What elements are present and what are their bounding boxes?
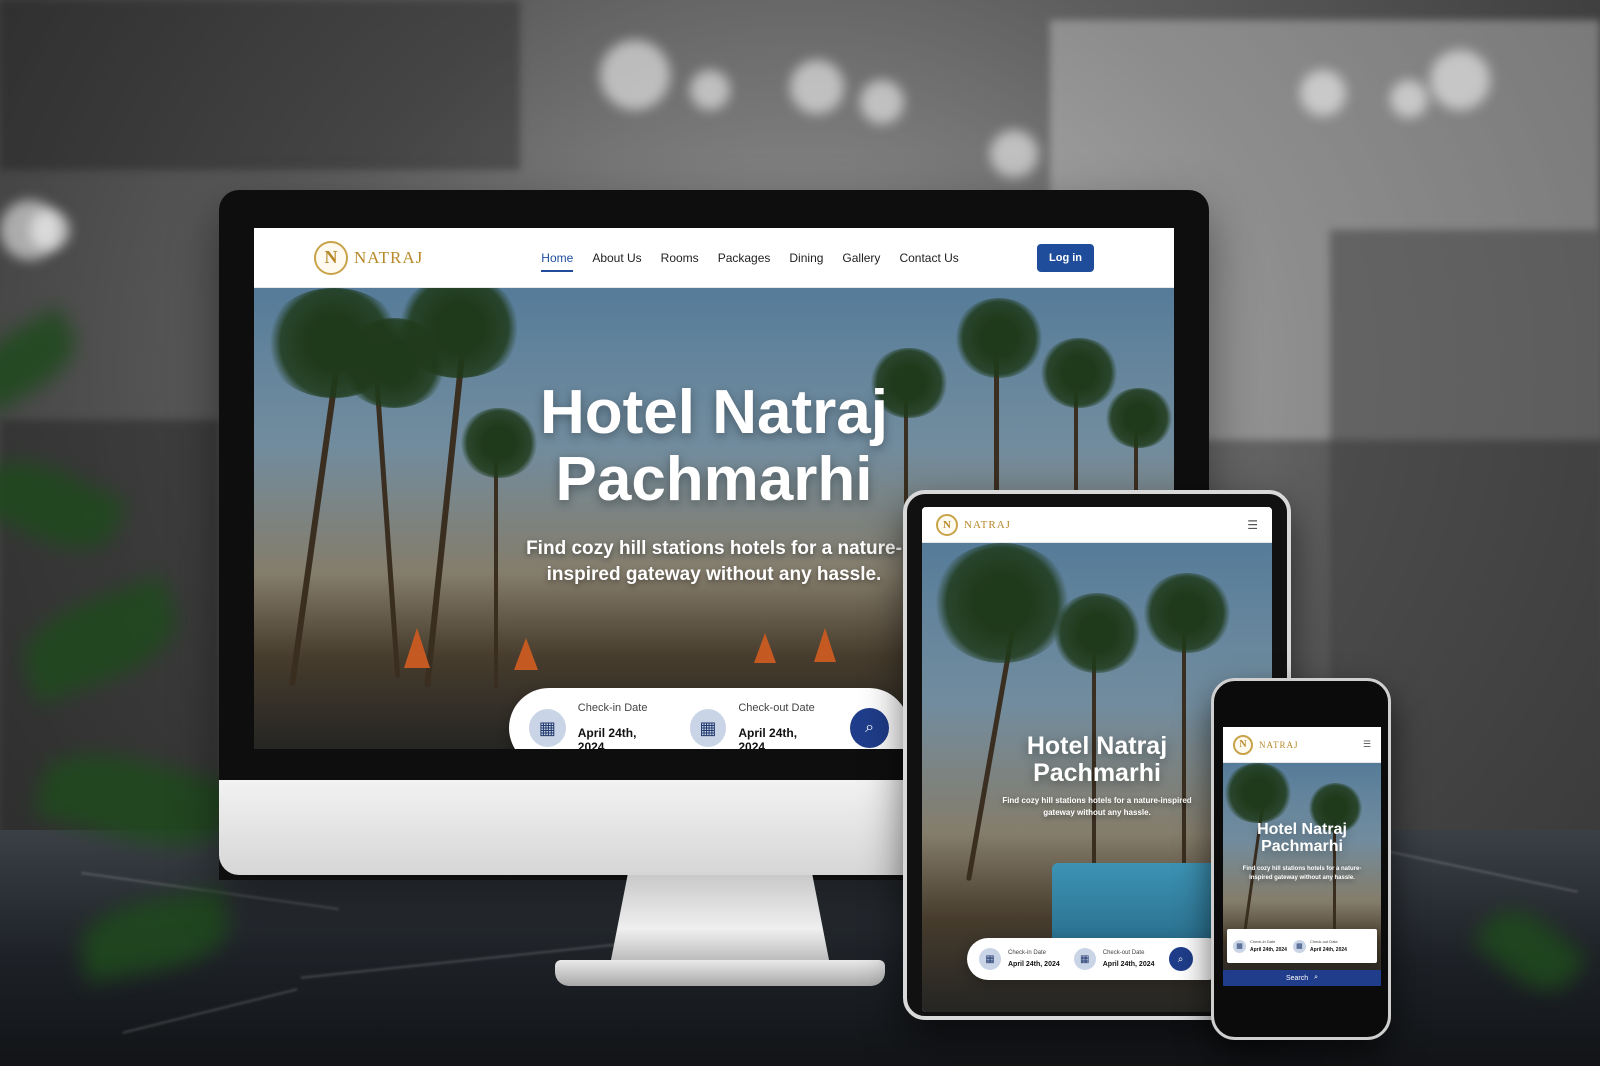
checkin-label: Check-in Date xyxy=(1250,939,1276,944)
hero-subtitle: Find cozy hill stations hotels for a nat… xyxy=(1002,796,1192,817)
hero-title: Hotel Natraj Pachmarhi xyxy=(942,733,1252,787)
checkout-value: April 24th, 2024 xyxy=(1102,961,1155,968)
calendar-icon: ▦ xyxy=(979,948,1001,970)
nav-packages[interactable]: Packages xyxy=(718,247,771,269)
checkin-label: Check-in Date xyxy=(577,702,648,714)
hero-subtitle: Find cozy hill stations hotels for a nat… xyxy=(526,538,902,585)
hamburger-icon[interactable]: ☰ xyxy=(1247,518,1258,532)
nav-contact-us[interactable]: Contact Us xyxy=(899,247,958,269)
checkin-value: April 24th, 2024 xyxy=(577,726,637,749)
logo-badge: N xyxy=(936,513,958,536)
nav-dining[interactable]: Dining xyxy=(789,247,823,269)
tablet-navbar: N NATRAJ ☰ xyxy=(922,507,1272,543)
hero-title-line1: Hotel Natraj xyxy=(1257,821,1347,838)
login-button[interactable]: Log in xyxy=(1037,243,1094,272)
checkin-field[interactable]: ▦ Check-in Date April 24th, 2024 xyxy=(1233,939,1287,953)
checkout-label: Check-out Date xyxy=(1309,939,1338,944)
checkout-field[interactable]: ▦ Check-out Date April 24th, 2024 xyxy=(1073,948,1155,970)
tablet-booking-bar: ▦ Check-in Date April 24th, 2024 ▦ Check… xyxy=(967,938,1229,980)
logo[interactable]: N NATRAJ xyxy=(1233,734,1299,755)
checkout-value: April 24th, 2024 xyxy=(1309,947,1347,953)
hero-title-line2: Pachmarhi xyxy=(1033,759,1161,787)
checkout-field[interactable]: ▦ Check-out Date April 24th, 2024 xyxy=(1292,939,1347,953)
checkin-label: Check-in Date xyxy=(1008,950,1047,956)
search-icon: ⌕ xyxy=(1314,974,1319,981)
phone-navbar: N NATRAJ ☰ xyxy=(1223,727,1381,763)
logo-text: NATRAJ xyxy=(964,518,1011,531)
logo-text: NATRAJ xyxy=(1259,739,1299,750)
phone-notch xyxy=(1262,682,1342,698)
phone-screen: N NATRAJ ☰ Hotel Natraj Pachmarhi Find c… xyxy=(1223,727,1381,986)
search-icon: ⌕ xyxy=(1177,953,1184,965)
checkin-field[interactable]: ▦ Check-in Date April 24th, 2024 xyxy=(979,948,1060,970)
calendar-icon: ▦ xyxy=(1292,939,1306,953)
desktop-booking-bar: ▦ Check-in Date April 24th, 2024 ▦ Check… xyxy=(509,688,909,749)
search-label: Search xyxy=(1285,974,1309,982)
phone-hero: Hotel Natraj Pachmarhi Find cozy hill st… xyxy=(1223,763,1381,986)
checkin-field[interactable]: ▦ Check-in Date April 24th, 2024 xyxy=(529,702,664,749)
logo[interactable]: N NATRAJ xyxy=(314,240,424,275)
nav-gallery[interactable]: Gallery xyxy=(842,247,880,269)
calendar-icon: ▦ xyxy=(1073,948,1096,970)
monitor-stand xyxy=(610,875,830,965)
nav-about-us[interactable]: About Us xyxy=(592,247,641,269)
checkin-value: April 24th, 2024 xyxy=(1250,947,1287,953)
checkout-value: April 24th, 2024 xyxy=(738,726,798,749)
monitor-base xyxy=(555,960,885,986)
logo[interactable]: N NATRAJ xyxy=(936,513,1011,536)
hero-subtitle: Find cozy hill stations hotels for a nat… xyxy=(1242,866,1362,881)
hamburger-icon[interactable]: ☰ xyxy=(1363,739,1371,750)
search-button[interactable]: ⌕ xyxy=(850,708,889,748)
calendar-icon: ▦ xyxy=(1233,939,1246,953)
phone-booking-bar: ▦ Check-in Date April 24th, 2024 ▦ Check… xyxy=(1227,929,1377,963)
hero-title-line1: Hotel Natraj xyxy=(1026,732,1168,760)
nav-home[interactable]: Home xyxy=(541,247,574,272)
logo-badge: N xyxy=(314,240,348,275)
checkout-label: Check-out Date xyxy=(738,702,815,714)
logo-text: NATRAJ xyxy=(354,247,424,267)
checkout-label: Check-out Date xyxy=(1102,950,1145,956)
checkout-field[interactable]: ▦ Check-out Date April 24th, 2024 xyxy=(689,702,825,749)
calendar-icon: ▦ xyxy=(529,709,566,747)
search-button[interactable]: ⌕ xyxy=(1168,947,1193,971)
desktop-navbar: N NATRAJ Home About Us Rooms Packages Di… xyxy=(254,228,1174,288)
search-icon: ⌕ xyxy=(865,719,875,736)
hero-title-line1: Hotel Natraj xyxy=(540,378,888,447)
phone-search-button[interactable]: Search ⌕ xyxy=(1223,970,1381,986)
nav-links: Home About Us Rooms Packages Dining Gall… xyxy=(541,247,959,272)
hero-title-line2: Pachmarhi xyxy=(1261,838,1343,856)
calendar-icon: ▦ xyxy=(689,709,727,747)
logo-badge: N xyxy=(1233,734,1253,755)
checkin-value: April 24th, 2024 xyxy=(1008,961,1060,968)
nav-rooms[interactable]: Rooms xyxy=(661,247,699,269)
hero-title: Hotel Natraj Pachmarhi xyxy=(1228,821,1376,856)
